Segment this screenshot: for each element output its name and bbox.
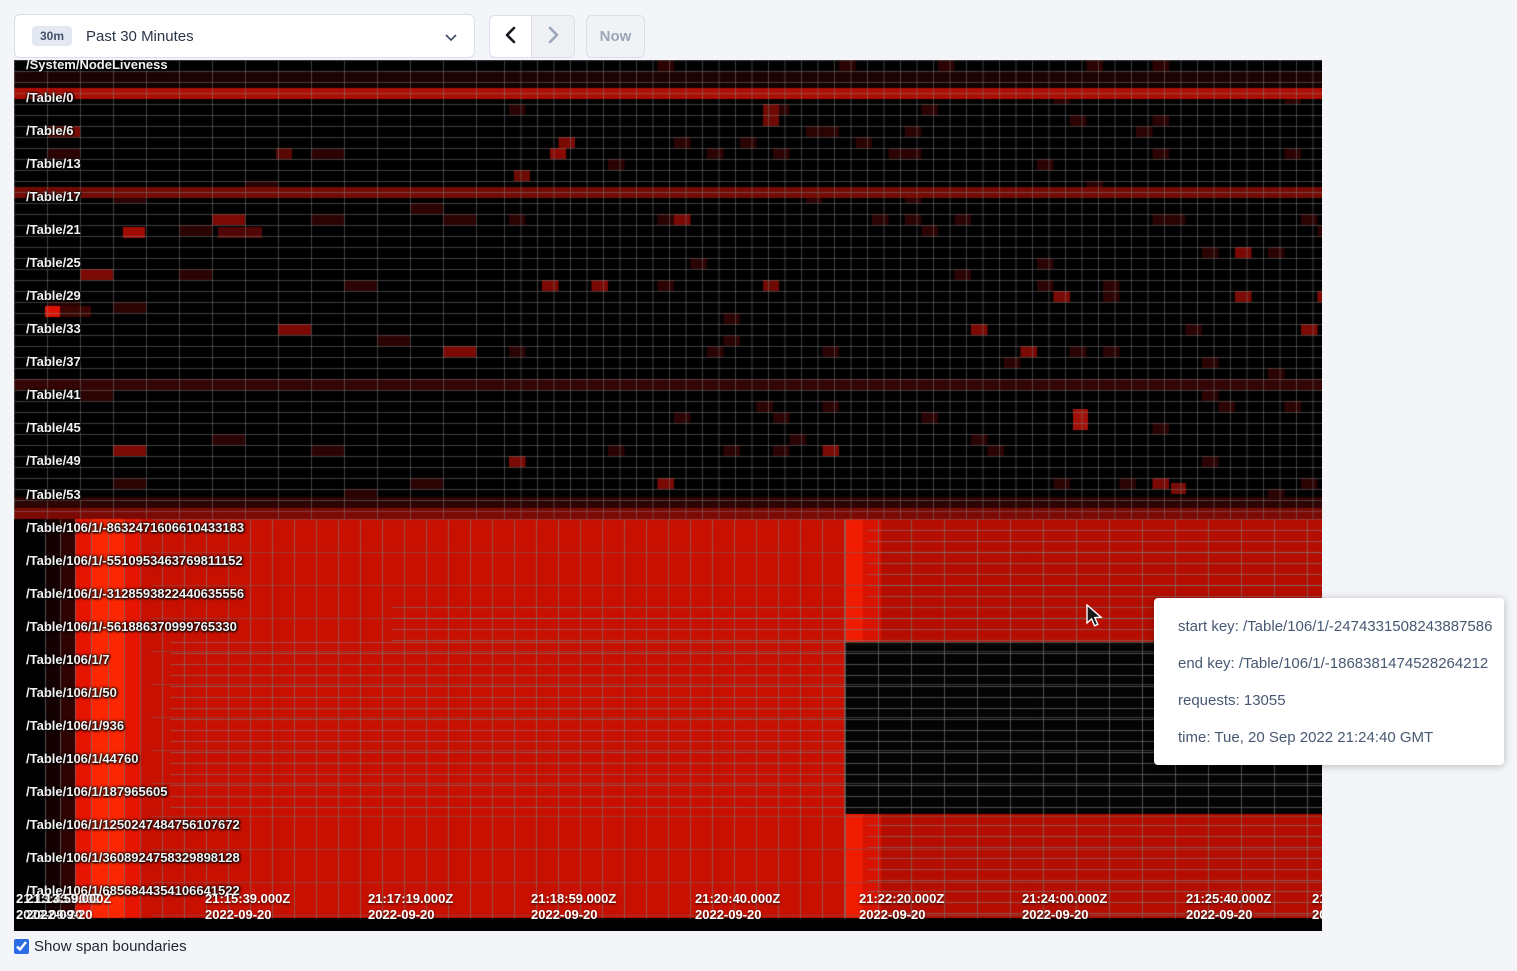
chevron-right-icon: [545, 26, 561, 47]
range-label: Past 30 Minutes: [86, 28, 194, 45]
time-nav-group: [489, 15, 575, 58]
next-button[interactable]: [532, 16, 574, 57]
prev-button[interactable]: [490, 16, 532, 57]
key-visualizer-heatmap[interactable]: /System/NodeLiveness/Table/0/Table/6/Tab…: [14, 60, 1322, 931]
chevron-down-icon: [444, 30, 458, 49]
tooltip-requests: requests: 13055: [1178, 682, 1494, 719]
tooltip-time: time: Tue, 20 Sep 2022 21:24:40 GMT: [1178, 719, 1494, 756]
show-span-boundaries-checkbox[interactable]: [14, 939, 29, 954]
heatmap-canvas[interactable]: [14, 60, 1322, 931]
show-span-boundaries-label: Show span boundaries: [34, 938, 187, 955]
show-span-boundaries-control[interactable]: Show span boundaries: [14, 938, 187, 955]
now-button[interactable]: Now: [586, 15, 645, 58]
cell-tooltip: start key: /Table/106/1/-247433150824388…: [1154, 598, 1504, 765]
time-range-select[interactable]: 30m Past 30 Minutes: [14, 14, 475, 58]
range-badge: 30m: [32, 26, 72, 46]
chevron-left-icon: [503, 26, 519, 47]
key-visualizer-page: 30m Past 30 Minutes Now /System/NodeLive…: [0, 0, 1517, 971]
tooltip-end-key: end key: /Table/106/1/-18683814745282642…: [1178, 645, 1494, 682]
tooltip-start-key: start key: /Table/106/1/-247433150824388…: [1178, 608, 1494, 645]
